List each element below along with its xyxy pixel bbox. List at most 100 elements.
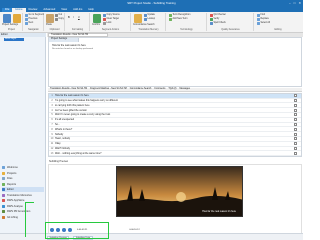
bold-button[interactable]: B: [68, 17, 70, 19]
window-title: SRT Project Studio - Subtitling Training: [127, 1, 176, 6]
maximize-button[interactable]: □: [294, 1, 296, 5]
add-term-icon: [169, 18, 172, 21]
translation-memories-icon: [2, 193, 5, 197]
tqa-tab[interactable]: TQA (2): [168, 88, 176, 90]
nav-reports[interactable]: Reports: [2, 182, 44, 187]
status-checkbox[interactable]: [294, 132, 297, 136]
copy-icon: [55, 18, 58, 21]
status-checkbox[interactable]: [294, 123, 297, 127]
group-project: Project Settings Project: [1, 13, 23, 31]
status-checkbox[interactable]: [294, 94, 297, 98]
spell-check-button[interactable]: Spell Check: [210, 22, 226, 25]
fragment-tab[interactable]: Fragment Matches - New Srt.S4.7M: [90, 88, 127, 90]
table-row[interactable]: 13 Well... nothing everything at the same…: [49, 151, 301, 157]
status-checkbox[interactable]: [294, 99, 297, 103]
window-controls: – □ ✕: [289, 1, 301, 5]
concordance-tab[interactable]: Concordance Search: [130, 88, 152, 90]
nav-next[interactable]: Next: [25, 22, 33, 25]
next-icon: [25, 22, 28, 25]
minimize-button[interactable]: –: [289, 1, 291, 5]
welcome-icon: [2, 166, 5, 170]
nav-projects[interactable]: Projects: [2, 171, 44, 176]
clear-target-icon: [103, 18, 106, 21]
cut-button[interactable]: Cut: [55, 14, 62, 17]
select-all-button[interactable]: Select All: [257, 22, 270, 25]
replace-button[interactable]: Replace: [257, 18, 269, 21]
qa-checker-button[interactable]: QA Checker: [210, 14, 226, 17]
video-caption: How far the real reason it's here: [202, 210, 236, 213]
ribbon: Project Settings Project Go to Segment P…: [0, 12, 303, 33]
cut-icon: [55, 14, 58, 17]
document-tabs: Translation Results - New Srt.S4.7M: [47, 33, 303, 37]
project-settings-tab[interactable]: Project Settings: [49, 38, 79, 42]
status-checkbox[interactable]: [294, 151, 297, 155]
status-checkbox[interactable]: [294, 103, 297, 107]
status-checkbox[interactable]: [294, 147, 297, 151]
find-icon: [257, 14, 260, 17]
paste-label: Paste: [46, 24, 52, 26]
preview-label: Subtitling Preview: [49, 160, 69, 163]
close-button[interactable]: ✕: [298, 1, 301, 5]
find-button[interactable]: Find: [257, 14, 265, 17]
video-preview[interactable]: How far the real reason it's here: [116, 166, 243, 217]
nav-welcome[interactable]: Welcome: [2, 165, 44, 170]
group-navigation: Go to Segment Previous Next Navigation: [24, 13, 44, 31]
clear-target-button[interactable]: Clear Target: [103, 18, 119, 21]
group-label: Translation Memory: [138, 29, 159, 31]
group-editing: Find Replace Select All Editing: [255, 13, 301, 31]
group-label: Editing: [274, 29, 282, 31]
confirm-label: Confirm: [92, 24, 101, 26]
term-recognition-button[interactable]: Term Recognition: [169, 14, 190, 17]
status-checkbox[interactable]: [294, 113, 297, 117]
lock-icon: [103, 22, 106, 25]
nav-annotation[interactable]: RWS PR Annotation: [2, 209, 44, 214]
status-checkbox[interactable]: [294, 118, 297, 122]
copy-source-button[interactable]: Copy Source: [103, 14, 120, 17]
select-all-icon: [257, 22, 260, 25]
nav-analyse[interactable]: RWS Analyse: [2, 204, 44, 209]
underline-button[interactable]: U: [78, 17, 80, 19]
status-checkbox[interactable]: [294, 142, 297, 146]
doc-tab[interactable]: Translation Results - New Srt.S4.7M: [48, 33, 108, 37]
tm-update-button[interactable]: Update: [144, 14, 155, 17]
group-label: Navigation: [28, 29, 39, 31]
status-checkbox[interactable]: [294, 137, 297, 141]
concordance-search-icon[interactable]: [134, 14, 142, 23]
group-clipboard: Paste Cut Copy Clipboard: [45, 13, 65, 31]
annotation-icon: [2, 210, 5, 214]
source-line: How far the real reason it's here: [52, 44, 86, 47]
lock-button[interactable]: Lock: [103, 22, 111, 25]
nav-git-lifting[interactable]: Git Lifting: [2, 215, 44, 220]
add-term-button[interactable]: Add New Term: [169, 18, 188, 21]
comments-tab[interactable]: Comments: [154, 88, 165, 90]
copy-button[interactable]: Copy: [55, 18, 64, 21]
replace-icon: [257, 18, 260, 21]
nav-files[interactable]: Files: [2, 176, 44, 181]
nav-go-to[interactable]: Go to Segment: [25, 14, 44, 17]
results-tab[interactable]: Translation Results - New Srt.S4.7M: [50, 88, 87, 90]
lookup-icon: [144, 18, 147, 21]
nav-translation-memories[interactable]: Translation Memories: [2, 193, 44, 198]
status-checkbox[interactable]: [294, 108, 297, 112]
tree-item-document[interactable]: Docs.Night: [4, 38, 24, 41]
italic-button[interactable]: I: [73, 17, 74, 19]
messages-tab[interactable]: Messages: [179, 88, 189, 90]
status-checkbox[interactable]: [294, 127, 297, 131]
nav-editor[interactable]: Editor: [2, 187, 44, 193]
paste-icon[interactable]: [46, 14, 54, 23]
project-settings-icon[interactable]: [3, 14, 11, 23]
tm-lookup-button[interactable]: Lookup: [144, 18, 155, 21]
group-label: Terminology: [180, 29, 193, 31]
nav-previous[interactable]: Previous: [25, 18, 37, 21]
group-label: Project: [7, 29, 16, 31]
git-lifting-icon: [2, 215, 5, 219]
verify-button[interactable]: Verify: [210, 18, 219, 21]
segment-grid: 1 How far the real reason it's here 2 I'm …: [48, 93, 302, 157]
batch-tasks-icon[interactable]: [13, 14, 21, 23]
verify-icon: [210, 18, 213, 21]
editor-icon: [2, 188, 5, 192]
group-label: Formatting: [72, 29, 83, 31]
confirm-icon[interactable]: [93, 14, 101, 23]
nav-appstore[interactable]: RWS AppStore: [2, 198, 44, 203]
go-to-icon: [25, 14, 28, 17]
